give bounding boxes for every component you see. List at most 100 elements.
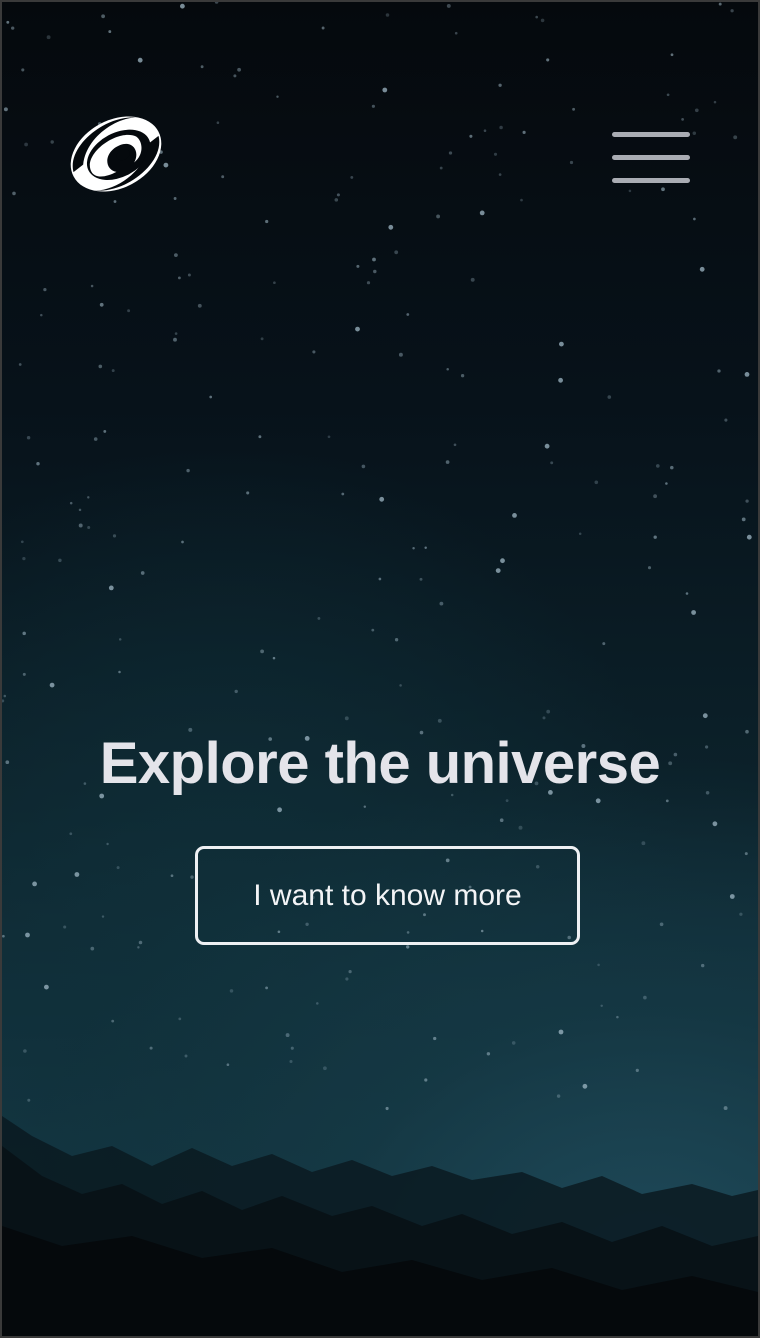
star xyxy=(276,95,279,98)
star xyxy=(137,57,143,63)
star xyxy=(641,841,646,846)
star xyxy=(173,197,177,200)
star xyxy=(200,65,204,69)
star xyxy=(558,377,563,383)
star xyxy=(26,435,31,440)
star xyxy=(12,191,16,196)
star xyxy=(479,210,485,216)
star xyxy=(712,821,718,827)
star xyxy=(540,18,545,23)
star xyxy=(260,337,264,341)
star xyxy=(437,718,442,723)
star xyxy=(140,571,145,575)
star xyxy=(178,1017,182,1021)
star xyxy=(733,135,738,140)
star xyxy=(746,534,752,540)
star xyxy=(138,940,143,945)
hamburger-menu-icon[interactable] xyxy=(608,130,694,188)
star xyxy=(371,628,375,632)
star xyxy=(265,986,269,990)
star xyxy=(643,995,647,1000)
star xyxy=(628,189,632,193)
star xyxy=(197,303,202,308)
star xyxy=(373,269,377,274)
star xyxy=(127,309,131,313)
star xyxy=(46,35,51,40)
star xyxy=(69,501,73,505)
star xyxy=(730,9,734,13)
star xyxy=(544,443,550,449)
hero-title: Explore the universe xyxy=(99,731,661,796)
star xyxy=(470,277,475,282)
star xyxy=(460,374,465,378)
star xyxy=(226,1063,230,1067)
star xyxy=(655,464,660,468)
star xyxy=(739,912,743,916)
star xyxy=(170,874,174,878)
star xyxy=(186,468,190,473)
star xyxy=(3,694,7,698)
star xyxy=(98,364,103,369)
star xyxy=(685,592,689,595)
star xyxy=(6,20,10,24)
know-more-button[interactable]: I want to know more xyxy=(195,846,580,945)
star xyxy=(595,798,601,804)
star xyxy=(600,1004,603,1008)
star xyxy=(87,526,91,529)
star xyxy=(289,1059,293,1064)
star xyxy=(112,534,117,538)
star xyxy=(3,107,8,112)
star xyxy=(419,577,423,581)
star xyxy=(116,866,120,870)
star xyxy=(113,200,117,203)
star xyxy=(177,276,181,280)
star xyxy=(699,266,705,272)
star xyxy=(665,482,668,485)
star xyxy=(118,638,122,641)
star xyxy=(317,616,321,620)
star xyxy=(344,716,349,721)
star xyxy=(20,540,24,544)
star xyxy=(691,610,696,615)
star xyxy=(445,460,450,464)
star xyxy=(348,970,352,974)
star xyxy=(356,264,360,268)
star xyxy=(174,332,178,335)
star xyxy=(229,989,234,993)
star xyxy=(483,129,487,132)
swirl-galaxy-logo-icon[interactable] xyxy=(64,110,168,198)
star xyxy=(50,140,54,144)
star xyxy=(741,517,746,522)
star xyxy=(724,418,728,422)
star xyxy=(702,713,708,719)
hero-section: Explore the universe I want to know more xyxy=(0,0,760,1338)
star xyxy=(700,963,705,968)
star xyxy=(744,372,750,377)
star xyxy=(334,198,339,202)
star xyxy=(439,601,444,606)
star xyxy=(653,535,657,539)
star xyxy=(190,875,194,879)
star xyxy=(378,577,382,581)
star xyxy=(214,2,219,4)
star xyxy=(665,799,669,803)
star xyxy=(18,363,22,366)
star xyxy=(424,546,427,549)
star xyxy=(498,83,502,87)
star xyxy=(350,175,354,179)
star xyxy=(184,1054,188,1058)
star xyxy=(670,465,674,470)
star xyxy=(2,699,5,703)
star xyxy=(398,352,403,357)
menu-bar-middle xyxy=(612,155,690,160)
star xyxy=(237,67,241,72)
star xyxy=(744,852,748,856)
star xyxy=(439,166,443,170)
star xyxy=(137,946,140,949)
star xyxy=(74,872,80,877)
star xyxy=(258,435,262,439)
star xyxy=(406,313,410,316)
star xyxy=(597,963,600,967)
star xyxy=(101,915,105,918)
star xyxy=(233,74,237,78)
